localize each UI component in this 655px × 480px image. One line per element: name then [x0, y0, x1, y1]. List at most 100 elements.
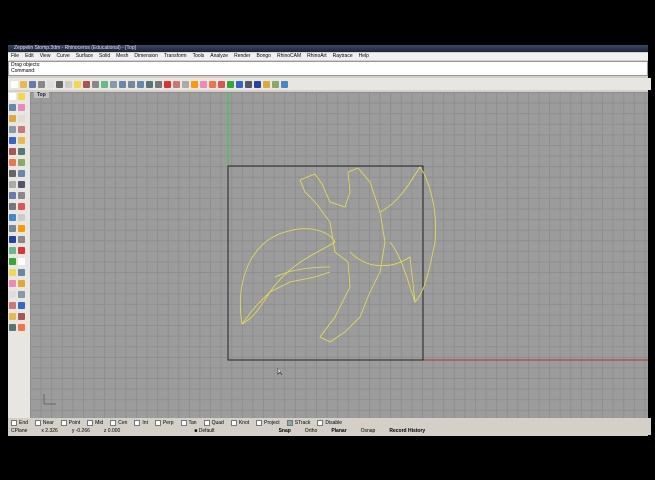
tool-button-icon[interactable]	[9, 115, 16, 122]
checkbox[interactable]	[87, 419, 94, 426]
menu-transform[interactable]: Transform	[164, 53, 187, 59]
tool-button-icon[interactable]	[18, 104, 25, 111]
osnap-quad[interactable]: Quad	[203, 419, 224, 426]
planar-toggle[interactable]: Planar	[331, 428, 346, 434]
tool-button-icon[interactable]	[18, 291, 25, 298]
menu-bongo[interactable]: Bongo	[257, 53, 271, 59]
toolbar-button-icon[interactable]	[173, 80, 180, 88]
menu-render[interactable]: Render	[234, 53, 250, 59]
tool-button-icon[interactable]	[9, 159, 16, 166]
checkbox[interactable]	[134, 419, 141, 426]
toolbar-button-icon[interactable]	[65, 80, 72, 88]
toolbar-button-icon[interactable]	[56, 80, 63, 88]
tool-button-icon[interactable]	[9, 126, 16, 133]
osnap-point[interactable]: Point	[60, 419, 80, 426]
tool-button-icon[interactable]	[9, 93, 16, 100]
osnap-toggle[interactable]: Osnap	[361, 428, 376, 434]
tool-button-icon[interactable]	[9, 181, 16, 188]
command-area[interactable]: Drag objects: Command:	[8, 61, 648, 76]
tool-button-icon[interactable]	[18, 302, 25, 309]
checkbox[interactable]	[256, 419, 263, 426]
toolbar-button-icon[interactable]	[245, 80, 252, 88]
tool-button-icon[interactable]	[9, 170, 16, 177]
osnap-end[interactable]: End	[11, 419, 28, 426]
tool-button-icon[interactable]	[18, 181, 25, 188]
toolbar-button-icon[interactable]	[191, 80, 198, 88]
toolbar-button-icon[interactable]	[83, 80, 90, 88]
tool-button-icon[interactable]	[9, 148, 16, 155]
tool-button-icon[interactable]	[18, 148, 25, 155]
checkbox[interactable]	[34, 419, 41, 426]
tool-button-icon[interactable]	[9, 258, 16, 265]
menu-curve[interactable]: Curve	[56, 53, 69, 59]
toolbar-button-icon[interactable]	[29, 80, 36, 88]
checkbox[interactable]	[11, 419, 17, 426]
checkbox[interactable]	[110, 419, 117, 426]
top-viewport[interactable]: Top	[30, 92, 648, 418]
tool-button-icon[interactable]	[9, 269, 16, 276]
toolbar-button-icon[interactable]	[137, 80, 144, 88]
checkbox[interactable]	[180, 419, 187, 426]
menu-view[interactable]: View	[40, 53, 51, 59]
tool-button-icon[interactable]	[9, 313, 16, 320]
osnap-cen[interactable]: Cen	[110, 419, 127, 426]
menu-solid[interactable]: Solid	[99, 53, 110, 59]
toolbar-button-icon[interactable]	[155, 80, 162, 88]
menu-dimension[interactable]: Dimension	[134, 53, 158, 59]
toolbar-button-icon[interactable]	[128, 80, 135, 88]
tool-button-icon[interactable]	[9, 236, 16, 243]
toolbar-button-icon[interactable]	[38, 80, 45, 88]
menu-surface[interactable]: Surface	[76, 53, 93, 59]
tool-button-icon[interactable]	[18, 236, 25, 243]
tool-button-icon[interactable]	[18, 313, 25, 320]
toolbar-button-icon[interactable]	[200, 80, 207, 88]
toolbar-button-icon[interactable]	[119, 80, 126, 88]
command-prompt[interactable]: Command:	[11, 68, 647, 74]
tool-button-icon[interactable]	[9, 247, 16, 254]
toolbar-button-icon[interactable]	[227, 80, 234, 88]
menu-tools[interactable]: Tools	[193, 53, 205, 59]
tool-button-icon[interactable]	[18, 137, 25, 144]
tool-button-icon[interactable]	[9, 225, 16, 232]
osnap-mid[interactable]: Mid	[87, 419, 103, 426]
toolbar-button-icon[interactable]	[92, 80, 99, 88]
tool-button-icon[interactable]	[9, 214, 16, 221]
checkbox[interactable]	[203, 419, 210, 426]
tool-button-icon[interactable]	[18, 247, 25, 254]
tool-button-icon[interactable]	[9, 302, 16, 309]
tool-button-icon[interactable]	[9, 291, 16, 298]
tool-button-icon[interactable]	[18, 192, 25, 199]
checkbox[interactable]	[60, 419, 67, 426]
menu-analyze[interactable]: Analyze	[210, 53, 228, 59]
tool-button-icon[interactable]	[18, 214, 25, 221]
toolbar-button-icon[interactable]	[146, 80, 153, 88]
ortho-toggle[interactable]: Ortho	[305, 428, 318, 434]
toolbar-button-icon[interactable]	[11, 80, 18, 88]
osnap-near[interactable]: Near	[34, 419, 54, 426]
toolbar-button-icon[interactable]	[110, 80, 117, 88]
menu-raytrace[interactable]: Raytrace	[333, 53, 353, 59]
tool-button-icon[interactable]	[18, 170, 25, 177]
osnap-strack[interactable]: STrack	[286, 419, 310, 426]
osnap-knot[interactable]: Knot	[230, 419, 249, 426]
tool-button-icon[interactable]	[9, 324, 16, 331]
toolbar-button-icon[interactable]	[218, 80, 225, 88]
toolbar-button-icon[interactable]	[281, 80, 288, 88]
toolbar-button-icon[interactable]	[74, 80, 81, 88]
toolbar-button-icon[interactable]	[101, 80, 108, 88]
tool-button-icon[interactable]	[18, 280, 25, 287]
menu-rhinocam[interactable]: RhinoCAM	[277, 53, 301, 59]
tool-button-icon[interactable]	[9, 280, 16, 287]
toolbar-button-icon[interactable]	[254, 80, 261, 88]
checkbox[interactable]	[230, 419, 237, 426]
toolbar-button-icon[interactable]	[47, 80, 54, 88]
tool-button-icon[interactable]	[18, 115, 25, 122]
toolbar-button-icon[interactable]	[272, 80, 279, 88]
toolbar-button-icon[interactable]	[236, 80, 243, 88]
tool-button-icon[interactable]	[9, 192, 16, 199]
tool-button-icon[interactable]	[18, 159, 25, 166]
toolbar-button-icon[interactable]	[209, 80, 216, 88]
osnap-disable[interactable]: Disable	[317, 419, 342, 426]
layer-indicator[interactable]: ■ Default	[194, 428, 214, 434]
menu-rhinoart[interactable]: RhinoArt	[307, 53, 326, 59]
